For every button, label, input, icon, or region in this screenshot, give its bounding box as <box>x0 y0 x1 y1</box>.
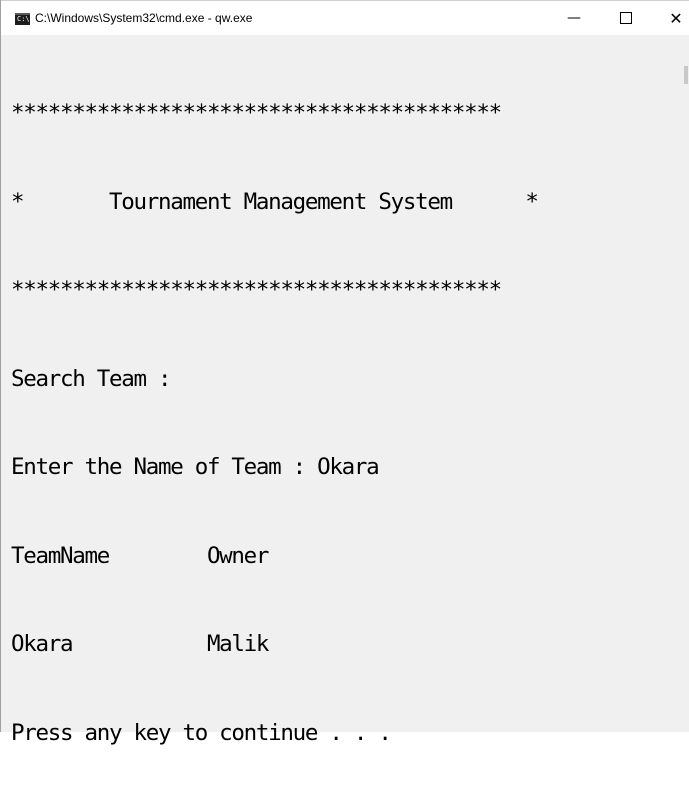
close-button[interactable]: ✕ <box>653 1 689 35</box>
vertical-scrollbar[interactable] <box>679 35 689 732</box>
console-window: C:\ C:\Windows\System32\cmd.exe - qw.exe… <box>0 0 689 746</box>
maximize-button[interactable] <box>603 1 649 35</box>
console-line-title: * Tournament Management System * <box>11 188 539 215</box>
title-bar[interactable]: C:\ C:\Windows\System32\cmd.exe - qw.exe… <box>1 0 689 35</box>
scrollbar-thumb[interactable] <box>684 66 688 84</box>
minimize-icon: — <box>567 10 581 26</box>
maximize-icon <box>620 12 632 24</box>
console-output[interactable]: ****************************************… <box>11 40 676 807</box>
minimize-button[interactable]: — <box>551 1 597 35</box>
console-line-table-header: TeamName Owner <box>11 542 269 569</box>
window-title: C:\Windows\System32\cmd.exe - qw.exe <box>35 11 253 25</box>
close-icon: ✕ <box>669 8 683 28</box>
console-line-border-bottom: **************************************** <box>11 277 502 303</box>
console-line-search-heading: Search Team : <box>11 365 172 392</box>
console-line-press-key: Press any key to continue . . . <box>11 719 392 746</box>
console-line-enter-name: Enter the Name of Team : Okara <box>11 454 380 480</box>
cmd-icon-text: C:\ <box>17 15 30 23</box>
console-line-border-top: **************************************** <box>11 100 502 126</box>
cmd-icon[interactable]: C:\ <box>15 13 30 25</box>
console-line-table-row: Okara Malik <box>11 631 269 657</box>
